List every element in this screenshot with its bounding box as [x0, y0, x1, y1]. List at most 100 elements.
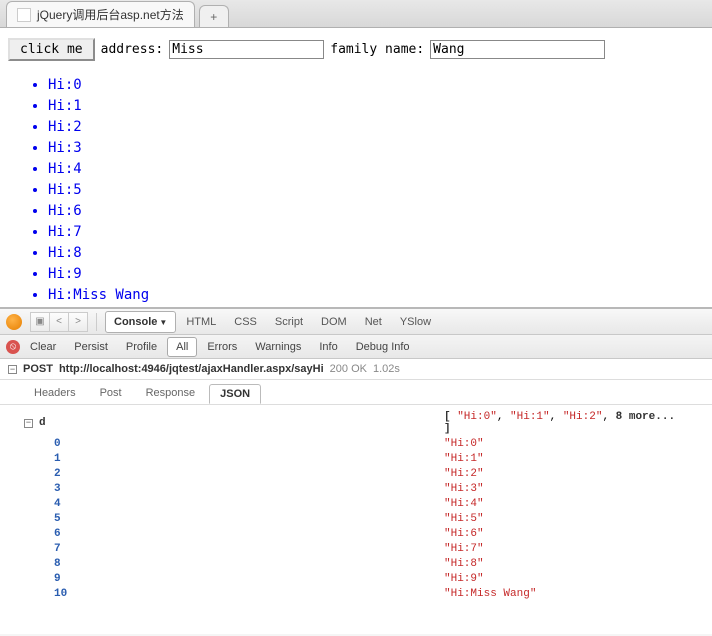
json-value: "Hi:2" [444, 468, 484, 480]
json-panel: −d [ "Hi:0", "Hi:1", "Hi:2", 8 more... ] 0… [0, 404, 712, 634]
browser-tab-bar: jQuery调用后台asp.net方法 + [0, 0, 712, 28]
json-value: "Hi:3" [444, 483, 484, 495]
list-item: Hi:Miss Wang [48, 285, 704, 306]
list-item: Hi:3 [48, 138, 704, 159]
inspect-button[interactable]: ▣ [30, 312, 50, 332]
list-item: Hi:0 [48, 75, 704, 96]
response-sub-tabs: HeadersPostResponseJSON [0, 380, 712, 404]
devtools-tab-script[interactable]: Script [267, 312, 311, 332]
json-index: 3 [24, 483, 61, 495]
json-value: "Hi:0" [444, 438, 484, 450]
filter-warnings[interactable]: Warnings [247, 338, 309, 356]
json-root-key: d [39, 417, 46, 429]
list-item: Hi:9 [48, 264, 704, 285]
page-icon [17, 8, 31, 22]
subtab-response[interactable]: Response [136, 384, 206, 404]
form-row: click me address: family name: [8, 38, 704, 61]
page-content: click me address: family name: Hi:0Hi:1H… [0, 28, 712, 316]
devtools-tab-yslow[interactable]: YSlow [392, 312, 439, 332]
address-label: address: [101, 42, 164, 57]
list-item: Hi:1 [48, 96, 704, 117]
request-time: 1.02s [373, 363, 400, 375]
json-summary: [ "Hi:0", "Hi:1", "Hi:2", 8 more... ] [444, 411, 688, 435]
filter-persist[interactable]: Persist [66, 338, 116, 356]
json-value: "Hi:9" [444, 573, 484, 585]
filter-debug-info[interactable]: Debug Info [348, 338, 418, 356]
json-entry: 5 "Hi:5" [24, 513, 688, 525]
json-entry: 4 "Hi:4" [24, 498, 688, 510]
collapse-icon[interactable]: − [8, 365, 17, 374]
json-entry: 9 "Hi:9" [24, 573, 688, 585]
json-entry: 6 "Hi:6" [24, 528, 688, 540]
devtools-tab-dom[interactable]: DOM [313, 312, 355, 332]
devtools-sub-toolbar: ⦸ ClearPersistProfileAllErrorsWarningsIn… [0, 335, 712, 359]
subtab-post[interactable]: Post [90, 384, 132, 404]
json-entry: 0 "Hi:0" [24, 438, 688, 450]
json-index: 9 [24, 573, 61, 585]
family-name-input[interactable] [430, 40, 605, 59]
json-index: 5 [24, 513, 61, 525]
nav-back-button[interactable]: < [49, 312, 69, 332]
json-index: 6 [24, 528, 61, 540]
separator [96, 313, 97, 331]
browser-tab[interactable]: jQuery调用后台asp.net方法 [6, 1, 195, 27]
json-index: 7 [24, 543, 61, 555]
json-value: "Hi:7" [444, 543, 484, 555]
click-me-button[interactable]: click me [8, 38, 95, 61]
json-entry: 1 "Hi:1" [24, 453, 688, 465]
nav-group: ▣ < > [30, 312, 88, 332]
json-index: 1 [24, 453, 61, 465]
json-value: "Hi:Miss Wang" [444, 588, 536, 600]
request-line[interactable]: − POST http://localhost:4946/jqtest/ajax… [0, 359, 712, 380]
list-item: Hi:8 [48, 243, 704, 264]
result-list: Hi:0Hi:1Hi:2Hi:3Hi:4Hi:5Hi:6Hi:7Hi:8Hi:9… [48, 75, 704, 306]
list-item: Hi:2 [48, 117, 704, 138]
firebug-icon[interactable] [6, 314, 22, 330]
devtools-tab-net[interactable]: Net [357, 312, 390, 332]
collapse-icon[interactable]: − [24, 419, 33, 428]
json-index: 8 [24, 558, 61, 570]
json-index: 4 [24, 498, 61, 510]
json-value: "Hi:5" [444, 513, 484, 525]
nav-forward-button[interactable]: > [68, 312, 88, 332]
new-tab-button[interactable]: + [199, 5, 229, 27]
devtools-tab-console[interactable]: Console▼ [105, 311, 176, 333]
json-value: "Hi:1" [444, 453, 484, 465]
subtab-headers[interactable]: Headers [24, 384, 86, 404]
request-url: http://localhost:4946/jqtest/ajaxHandler… [59, 363, 324, 375]
request-method: POST [23, 363, 53, 375]
filter-tabs: ClearPersistProfileAllErrorsWarningsInfo… [22, 337, 418, 357]
stop-icon[interactable]: ⦸ [6, 340, 20, 354]
json-entry: 8 "Hi:8" [24, 558, 688, 570]
tab-title: jQuery调用后台asp.net方法 [37, 6, 184, 23]
list-item: Hi:5 [48, 180, 704, 201]
filter-errors[interactable]: Errors [199, 338, 245, 356]
json-entry: 2 "Hi:2" [24, 468, 688, 480]
json-entry: 7 "Hi:7" [24, 543, 688, 555]
family-name-label: family name: [330, 42, 424, 57]
json-index: 10 [24, 588, 67, 600]
filter-profile[interactable]: Profile [118, 338, 165, 356]
address-input[interactable] [169, 40, 324, 59]
devtools-tab-css[interactable]: CSS [226, 312, 265, 332]
list-item: Hi:6 [48, 201, 704, 222]
request-status: 200 OK [330, 363, 367, 375]
list-item: Hi:7 [48, 222, 704, 243]
devtools-tab-html[interactable]: HTML [178, 312, 224, 332]
list-item: Hi:4 [48, 159, 704, 180]
json-entry: 3 "Hi:3" [24, 483, 688, 495]
devtools-main-tabs: Console▼HTMLCSSScriptDOMNetYSlow [105, 311, 439, 333]
filter-info[interactable]: Info [311, 338, 345, 356]
filter-all[interactable]: All [167, 337, 197, 357]
devtools-main-toolbar: ▣ < > Console▼HTMLCSSScriptDOMNetYSlow [0, 309, 712, 335]
json-index: 0 [24, 438, 61, 450]
filter-clear[interactable]: Clear [22, 338, 64, 356]
chevron-down-icon: ▼ [159, 318, 167, 327]
json-index: 2 [24, 468, 61, 480]
devtools-panel: ▣ < > Console▼HTMLCSSScriptDOMNetYSlow ⦸… [0, 307, 712, 636]
json-entry: 10 "Hi:Miss Wang" [24, 588, 688, 600]
subtab-json[interactable]: JSON [209, 384, 261, 404]
json-value: "Hi:6" [444, 528, 484, 540]
json-value: "Hi:4" [444, 498, 484, 510]
json-value: "Hi:8" [444, 558, 484, 570]
